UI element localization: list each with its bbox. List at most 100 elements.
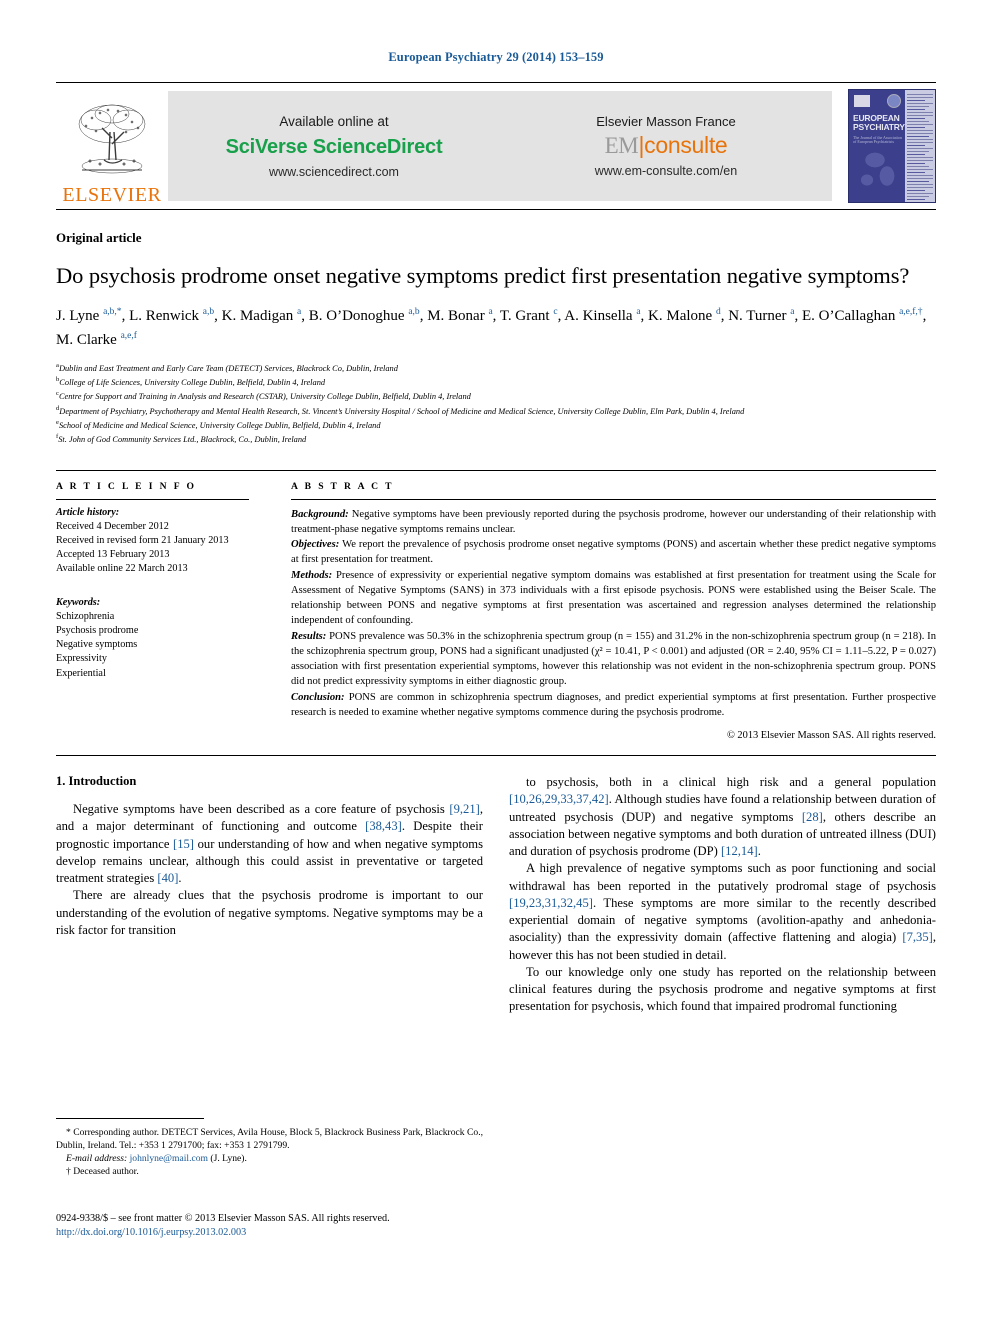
citation-link[interactable]: [19,23,31,32,45] xyxy=(509,896,593,910)
abstract-heading: A B S T R A C T xyxy=(291,480,394,492)
journal-cover-thumbnail: EUROPEAN PSYCHIATRY The Journal of the A… xyxy=(848,89,936,203)
article-history-label: Article history: xyxy=(56,506,120,518)
footnote-deceased: † Deceased author. xyxy=(66,1166,139,1178)
abstract-section-label: Objectives: xyxy=(291,539,340,551)
article-history-item: Available online 22 March 2013 xyxy=(56,563,188,575)
article-head: Original article Do psychosis prodrome o… xyxy=(56,230,936,741)
imprint-block: 0924-9338/$ – see front matter © 2013 El… xyxy=(56,1212,516,1241)
affiliation-marker: b xyxy=(56,376,60,384)
affiliation-marker: d xyxy=(56,404,60,412)
abstract-section-label: Background: xyxy=(291,508,349,520)
sciencedirect-url[interactable]: www.sciencedirect.com xyxy=(269,165,399,179)
body-paragraph: Negative symptoms have been described as… xyxy=(56,802,483,886)
affiliation-d: dDepartment of Psychiatry, Psychotherapy… xyxy=(56,404,745,416)
citation-link[interactable]: [12,14] xyxy=(721,844,758,858)
cover-europe-map-icon xyxy=(855,146,905,198)
keyword-item: Negative symptoms xyxy=(56,639,138,651)
abstract-section: Results: PONS prevalence was 50.3% in th… xyxy=(291,630,936,688)
cover-society-logo-icon xyxy=(887,94,901,108)
journal-cover-wrap: EUROPEAN PSYCHIATRY The Journal of the A… xyxy=(832,83,936,209)
affiliation-a: aDublin and East Treatment and Early Car… xyxy=(56,361,398,373)
abstract-section-label: Methods: xyxy=(291,569,333,581)
abstract-section: Objectives: We report the prevalence of … xyxy=(291,539,936,566)
body-paragraph: To our knowledge only one study has repo… xyxy=(509,964,936,1014)
article-history-item: Accepted 13 February 2013 xyxy=(56,548,170,560)
article-history-items: Received 4 December 2012 Received in revi… xyxy=(56,520,249,576)
cover-contents-panel xyxy=(905,90,935,202)
affiliation-b: bCollege of Life Sciences, University Co… xyxy=(56,376,326,387)
body-paragraph: to psychosis, both in a clinical high ri… xyxy=(509,775,936,859)
body-paragraph: A high prevalence of negative symptoms s… xyxy=(509,861,936,962)
abstract-rule xyxy=(291,498,936,500)
elsevier-masson-label: Elsevier Masson France xyxy=(596,114,736,130)
affiliation-marker: c xyxy=(56,390,59,398)
citation-link[interactable]: [38,43] xyxy=(365,819,402,833)
paper-page: European Psychiatry 29 (2014) 153–159 EL… xyxy=(0,0,992,1323)
body-paragraph: There are already clues that the psychos… xyxy=(56,888,483,937)
footnote-block: * Corresponding author. DETECT Services,… xyxy=(56,1118,483,1178)
masthead-banner: Available online at SciVerse ScienceDire… xyxy=(168,91,832,201)
abstract-copyright: © 2013 Elsevier Masson SAS. All rights r… xyxy=(726,730,936,742)
article-info-rule xyxy=(56,498,249,500)
email-owner: (J. Lyne). xyxy=(208,1153,247,1165)
journal-masthead: ELSEVIER Available online at SciVerse Sc… xyxy=(56,82,936,210)
citation-link[interactable]: [10,26,29,33,37,42] xyxy=(509,792,609,806)
sciverse-sciencedirect-logo: SciVerse ScienceDirect xyxy=(225,135,443,158)
cover-publisher-badge xyxy=(854,95,870,107)
affiliation-c: cCentre for Support and Training in Anal… xyxy=(56,390,471,402)
keyword-item: Schizophrenia xyxy=(56,611,115,623)
affiliations-list: aDublin and East Treatment and Early Car… xyxy=(56,361,936,446)
article-info-column: A R T I C L E I N F O Article history: R… xyxy=(56,471,269,742)
citation-link[interactable]: [15] xyxy=(173,837,194,851)
sciencedirect-block: Available online at SciVerse ScienceDire… xyxy=(168,91,500,201)
abstract-section-label: Conclusion: xyxy=(291,691,345,703)
elsevier-wordmark: ELSEVIER xyxy=(62,184,162,206)
keywords-items: Schizophrenia Psychosis prodrome Negative … xyxy=(56,610,249,680)
abstract-section: Background: Negative symptoms have been … xyxy=(291,508,936,535)
body-column-right: to psychosis, both in a clinical high ri… xyxy=(509,774,936,1016)
citation-link[interactable]: [28] xyxy=(802,810,823,824)
keywords-label: Keywords: xyxy=(56,597,101,609)
cover-contents-lines xyxy=(907,94,933,202)
article-history-item: Received 4 December 2012 xyxy=(56,520,169,532)
emconsulte-logo: EM|consulte xyxy=(605,132,728,159)
footnote-rule xyxy=(56,1118,204,1119)
running-head: European Psychiatry 29 (2014) 153–159 xyxy=(388,50,604,64)
body-right-paragraphs: to psychosis, both in a clinical high ri… xyxy=(509,774,936,1016)
citation-link[interactable]: [7,35] xyxy=(902,930,932,944)
keywords-block: Keywords: Schizophrenia Psychosis prodrom… xyxy=(56,596,249,680)
consulte-text: consulte xyxy=(644,132,728,159)
body-column-left: 1. Introduction Negative symptoms have b… xyxy=(56,774,483,1016)
affiliation-marker: f xyxy=(56,433,59,440)
body-region: 1. Introduction Negative symptoms have b… xyxy=(56,774,936,1016)
page-title: Do psychosis prodrome onset negative sym… xyxy=(56,263,910,288)
affiliation-marker: e xyxy=(56,418,59,426)
keyword-item: Expressivity xyxy=(56,653,107,665)
doi-link[interactable]: http://dx.doi.org/10.1016/j.eurpsy.2013.… xyxy=(56,1226,516,1240)
email-link[interactable]: johnlyne@mail.com xyxy=(130,1153,208,1164)
abstract-column: A B S T R A C T Background: Negative sym… xyxy=(269,471,936,742)
article-info-heading: A R T I C L E I N F O xyxy=(56,480,197,492)
abstract-section: Conclusion: PONS are common in schizophr… xyxy=(291,691,936,718)
email-label: E-mail address: xyxy=(66,1153,128,1165)
abstract-section: Methods: Presence of expressivity or exp… xyxy=(291,569,936,627)
footnote-email: E-mail address: johnlyne@mail.com (J. Ly… xyxy=(56,1152,483,1165)
elsevier-logo: ELSEVIER xyxy=(56,83,168,209)
keyword-item: Psychosis prodrome xyxy=(56,625,139,637)
keyword-item: Experiential xyxy=(56,667,106,679)
body-left-paragraphs: Negative symptoms have been described as… xyxy=(56,801,483,939)
info-abstract-region: A R T I C L E I N F O Article history: R… xyxy=(56,469,936,742)
available-online-label: Available online at xyxy=(279,113,389,129)
footnote-corresponding-author: * Corresponding author. DETECT Services,… xyxy=(56,1127,483,1152)
citation-link[interactable]: [40] xyxy=(157,871,178,885)
abstract-section-label: Results: xyxy=(291,630,327,642)
citation-link[interactable]: [9,21] xyxy=(449,802,479,816)
cover-subtitle: The Journal of the Association of Europe… xyxy=(853,135,902,145)
article-history-item: Received in revised form 21 January 2013 xyxy=(56,534,229,546)
section-heading-introduction: 1. Introduction xyxy=(56,774,137,789)
affiliation-e: eSchool of Medicine and Medical Science,… xyxy=(56,418,381,430)
emconsulte-url[interactable]: www.em-consulte.com/en xyxy=(595,164,737,178)
affiliation-f: fSt. John of God Community Services Ltd.… xyxy=(56,433,307,444)
affiliation-marker: a xyxy=(56,361,59,369)
abstract-body: Background: Negative symptoms have been … xyxy=(291,507,936,721)
